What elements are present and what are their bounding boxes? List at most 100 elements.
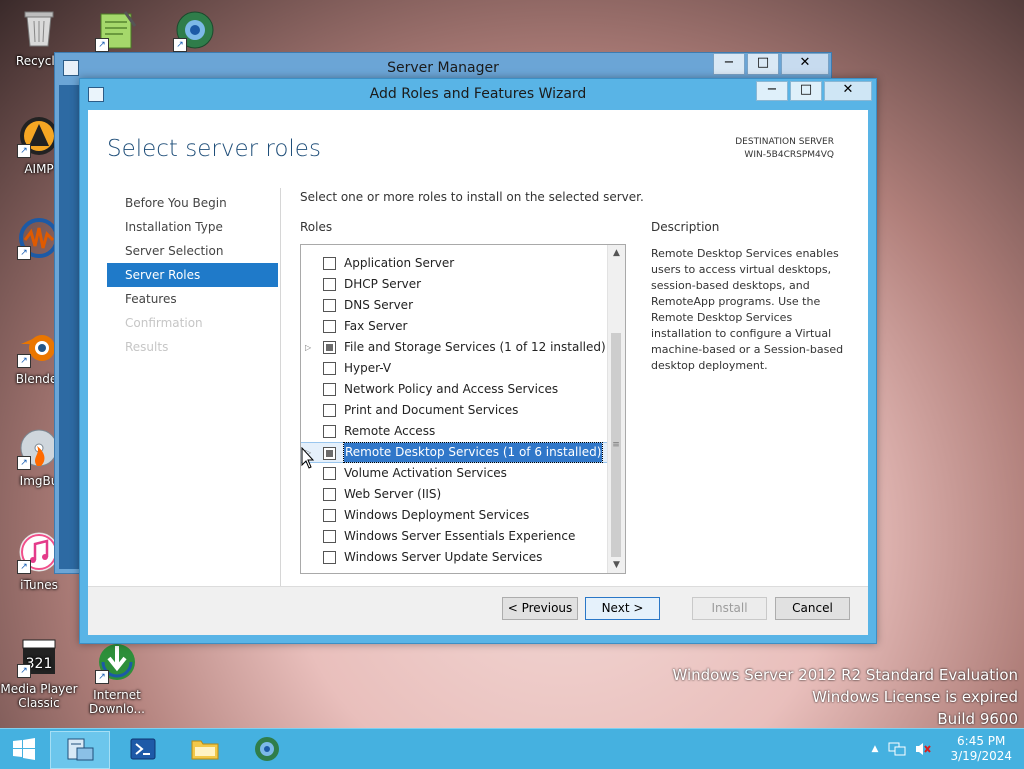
desktop-watermark: Windows Server 2012 R2 Standard Evaluati… — [672, 664, 1018, 730]
role-label: Windows Server Essentials Experience — [344, 529, 576, 543]
shortcut-arrow-icon: ↗ — [17, 456, 31, 470]
destination-server: DESTINATION SERVER WIN-5B4CRSPM4VQ — [735, 136, 834, 162]
shortcut-arrow-icon: ↗ — [17, 354, 31, 368]
shortcut-arrow-icon: ↗ — [95, 38, 109, 52]
nav-confirmation: Confirmation — [125, 316, 203, 330]
server-manager-icon — [67, 738, 94, 761]
role-item[interactable]: Remote Access — [301, 421, 607, 442]
roles-instructions: Select one or more roles to install on t… — [300, 190, 644, 204]
role-checkbox[interactable] — [323, 383, 336, 396]
taskbar-browser[interactable] — [238, 731, 296, 767]
next-button[interactable]: Next > — [585, 597, 660, 620]
powershell-icon — [130, 738, 156, 760]
role-checkbox[interactable] — [323, 257, 336, 270]
nav-installation-type[interactable]: Installation Type — [107, 215, 278, 239]
role-item[interactable]: Windows Server Update Services — [301, 547, 607, 568]
role-checkbox[interactable] — [323, 488, 336, 501]
desktop-icon-mpc[interactable]: 321 ↗ Media Player Classic — [0, 634, 78, 710]
nav-server-roles[interactable]: Server Roles — [107, 263, 278, 287]
role-item[interactable]: ▷ File and Storage Services (1 of 12 ins… — [301, 337, 607, 358]
taskbar-powershell[interactable] — [114, 731, 172, 767]
role-checkbox[interactable] — [323, 425, 336, 438]
nav-features[interactable]: Features — [107, 287, 278, 311]
scrollbar-grip-icon: ≡ — [612, 440, 620, 450]
role-item[interactable]: DNS Server — [301, 295, 607, 316]
role-checkbox[interactable] — [323, 278, 336, 291]
roles-scrollbar[interactable]: ▲ ≡ ▼ — [607, 245, 625, 573]
maximize-button[interactable]: □ — [790, 81, 822, 101]
role-label: DHCP Server — [344, 277, 422, 291]
role-item[interactable]: DHCP Server — [301, 274, 607, 295]
role-checkbox[interactable] — [323, 320, 336, 333]
taskbar-server-manager[interactable] — [50, 731, 110, 769]
role-item[interactable]: Volume Activation Services — [301, 463, 607, 484]
role-item[interactable]: Hyper-V — [301, 358, 607, 379]
role-item[interactable]: Network Policy and Access Services — [301, 379, 607, 400]
role-item-selected[interactable]: ▷ Remote Desktop Services (1 of 6 instal… — [301, 442, 607, 463]
clock-time: 6:45 PM — [957, 734, 1006, 748]
page-title: Select server roles — [107, 136, 321, 162]
role-item[interactable]: Application Server — [301, 253, 607, 274]
watermark-license: Windows License is expired — [812, 688, 1018, 706]
role-label: Remote Access — [344, 424, 436, 438]
role-checkbox[interactable] — [323, 341, 336, 354]
media-player-classic-icon: 321 ↗ — [17, 634, 61, 678]
minimize-button[interactable]: − — [756, 81, 788, 101]
taskbar-clock[interactable]: 6:45 PM 3/19/2024 — [938, 734, 1024, 764]
wizard-content: Select server roles DESTINATION SERVER W… — [88, 110, 868, 635]
role-label: Print and Document Services — [344, 403, 519, 417]
expand-arrow-icon[interactable]: ▷ — [305, 337, 313, 358]
desktop-icon-browser[interactable]: ↗ — [156, 8, 234, 56]
recycle-bin-icon — [17, 6, 61, 50]
scroll-down-icon[interactable]: ▼ — [608, 557, 625, 573]
close-button[interactable]: ✕ — [781, 53, 829, 75]
download-manager-icon: ↗ — [95, 640, 139, 684]
role-checkbox[interactable] — [323, 362, 336, 375]
role-checkbox[interactable] — [323, 404, 336, 417]
role-item[interactable]: Windows Server Essentials Experience — [301, 526, 607, 547]
destination-server-label: DESTINATION SERVER — [735, 137, 834, 147]
role-checkbox[interactable] — [323, 447, 336, 460]
close-button[interactable]: ✕ — [824, 81, 872, 101]
add-roles-wizard-window[interactable]: Add Roles and Features Wizard − □ ✕ Sele… — [79, 78, 877, 644]
role-checkbox[interactable] — [323, 551, 336, 564]
minimize-button[interactable]: − — [713, 53, 745, 75]
wizard-title: Add Roles and Features Wizard — [369, 86, 587, 102]
role-item[interactable]: Fax Server — [301, 316, 607, 337]
server-manager-app-icon — [63, 60, 79, 76]
start-button[interactable] — [0, 731, 48, 767]
role-item[interactable]: Print and Document Services — [301, 400, 607, 421]
role-item[interactable]: Windows Deployment Services — [301, 505, 607, 526]
volume-muted-icon[interactable] — [914, 741, 932, 757]
role-checkbox[interactable] — [323, 509, 336, 522]
nav-results: Results — [125, 340, 169, 354]
role-label: Application Server — [344, 256, 455, 270]
maximize-button[interactable]: □ — [747, 53, 779, 75]
nav-server-selection[interactable]: Server Selection — [107, 239, 278, 263]
network-icon[interactable] — [888, 741, 906, 757]
role-item[interactable]: Web Server (IIS) — [301, 484, 607, 505]
role-label: Fax Server — [344, 319, 408, 333]
taskbar-file-explorer[interactable] — [176, 731, 234, 767]
desktop-icon-idm[interactable]: ↗ Internet Downlo... — [78, 640, 156, 716]
desktop-icon-label: Internet Downlo... — [89, 688, 145, 716]
wizard-footer: < Previous Next > Install Cancel — [88, 586, 868, 635]
server-manager-sidebar — [59, 85, 81, 569]
tray-expand-icon[interactable]: ▲ — [872, 744, 879, 754]
nav-before-you-begin[interactable]: Before You Begin — [107, 191, 278, 215]
install-button: Install — [692, 597, 767, 620]
cancel-button[interactable]: Cancel — [775, 597, 850, 620]
windows-logo-icon — [13, 738, 35, 760]
roles-heading: Roles — [300, 220, 333, 234]
browser-globe-icon — [255, 737, 279, 761]
scroll-up-icon[interactable]: ▲ — [608, 245, 625, 261]
roles-list[interactable]: Application Server DHCP Server DNS Serve… — [300, 244, 626, 574]
clock-date: 3/19/2024 — [950, 749, 1012, 763]
role-checkbox[interactable] — [323, 299, 336, 312]
role-label: File and Storage Services (1 of 12 insta… — [344, 340, 606, 354]
role-checkbox[interactable] — [323, 467, 336, 480]
previous-button[interactable]: < Previous — [502, 597, 578, 620]
desktop-icon-notepad[interactable]: ↗ — [78, 8, 156, 56]
role-checkbox[interactable] — [323, 530, 336, 543]
wizard-titlebar[interactable]: Add Roles and Features Wizard − □ ✕ — [80, 79, 876, 109]
